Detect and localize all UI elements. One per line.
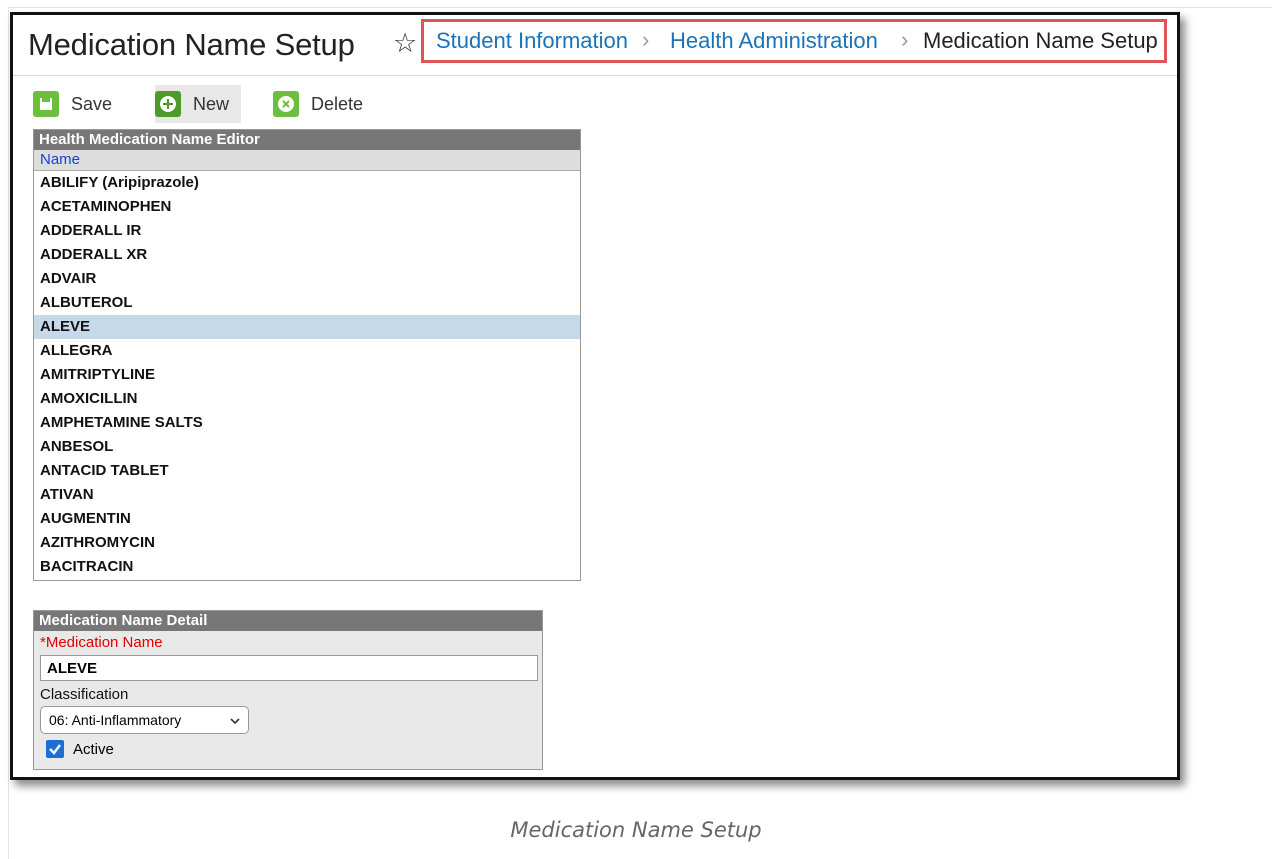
list-item[interactable]: AZITHROMYCIN — [34, 531, 580, 555]
delete-button[interactable]: Delete — [273, 85, 363, 123]
list-item[interactable]: ANTACID TABLET — [34, 459, 580, 483]
new-button[interactable]: New — [155, 85, 242, 123]
classification-select[interactable]: 06: Anti-Inflammatory — [40, 706, 249, 734]
chevron-right-icon: › — [901, 27, 909, 52]
close-icon — [273, 91, 299, 117]
medication-name-input[interactable] — [40, 655, 538, 681]
page-border — [8, 7, 1272, 8]
delete-label: Delete — [311, 93, 364, 114]
active-checkbox-row[interactable]: Active — [46, 740, 542, 758]
medication-list: ABILIFY (Aripiprazole) ACETAMINOPHEN ADDER… — [34, 171, 580, 579]
medication-name-label: *Medication Name — [40, 634, 163, 651]
chevron-down-icon — [230, 712, 240, 728]
list-item[interactable]: ALLEGRA — [34, 339, 580, 363]
list-item[interactable]: ALEVE — [34, 315, 580, 339]
list-item[interactable]: ATIVAN — [34, 483, 580, 507]
breadcrumb-current: Medication Name Setup — [923, 28, 1158, 53]
save-icon — [33, 91, 59, 117]
medication-detail-panel: Medication Name Detail *Medication Name … — [33, 610, 543, 770]
page-title: Medication Name Setup — [28, 27, 355, 62]
breadcrumb-health-administration[interactable]: Health Administration — [670, 28, 878, 54]
classification-label: Classification — [40, 686, 129, 703]
editor-title: Health Medication Name Editor — [34, 130, 580, 150]
list-item[interactable]: ALBUTEROL — [34, 291, 580, 315]
chevron-right-icon: › — [642, 27, 650, 52]
list-item[interactable]: ACETAMINOPHEN — [34, 195, 580, 219]
page-border — [8, 7, 9, 859]
page-header: Medication Name Setup ☆ Student Informat… — [13, 15, 1177, 76]
list-item[interactable]: ADDERALL XR — [34, 243, 580, 267]
list-item[interactable]: AMITRIPTYLINE — [34, 363, 580, 387]
list-item[interactable]: ADVAIR — [34, 267, 580, 291]
new-label: New — [193, 93, 230, 114]
list-item[interactable]: AUGMENTIN — [34, 507, 580, 531]
list-item[interactable]: ABILIFY (Aripiprazole) — [34, 171, 580, 195]
name-column-header[interactable]: Name — [34, 150, 580, 171]
star-icon[interactable]: ☆ — [393, 28, 417, 59]
list-item[interactable]: AMOXICILLIN — [34, 387, 580, 411]
plus-icon — [155, 91, 181, 117]
list-item[interactable]: ADDERALL IR — [34, 219, 580, 243]
save-button[interactable]: Save — [33, 85, 112, 123]
list-item[interactable]: AMPHETAMINE SALTS — [34, 411, 580, 435]
active-checkbox[interactable] — [46, 740, 64, 758]
medication-list-panel: Health Medication Name Editor Name ABILI… — [33, 129, 581, 581]
screenshot-frame: Medication Name Setup ☆ Student Informat… — [10, 12, 1180, 780]
figure-caption: Medication Name Setup — [510, 818, 762, 842]
list-item[interactable]: ANBESOL — [34, 435, 580, 459]
list-item[interactable]: BACITRACIN — [34, 555, 580, 579]
active-label: Active — [73, 740, 114, 758]
save-label: Save — [71, 93, 113, 114]
breadcrumb-student-information[interactable]: Student Information — [436, 28, 628, 54]
classification-value: 06: Anti-Inflammatory — [49, 712, 182, 728]
detail-title: Medication Name Detail — [34, 611, 542, 631]
